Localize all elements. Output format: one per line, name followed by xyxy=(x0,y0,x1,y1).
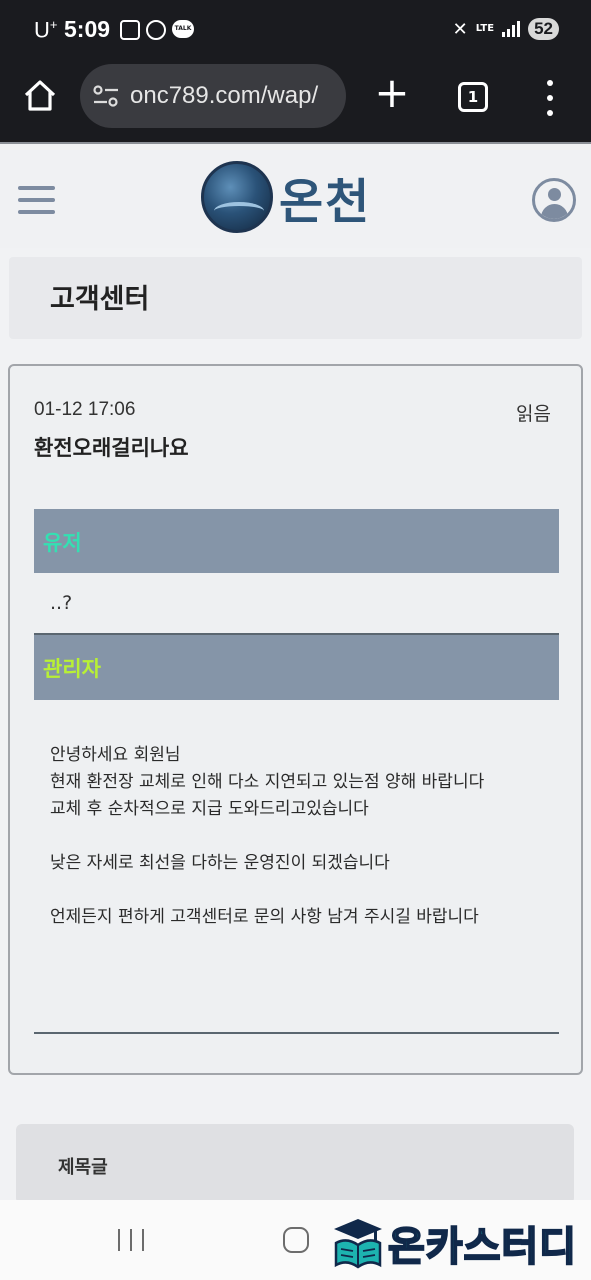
watermark-text: 온카스터디 xyxy=(387,1223,577,1271)
notification-icons: TALK xyxy=(120,20,194,40)
post-subject: 환전오래걸리나요 xyxy=(34,436,189,460)
table-header-subject: 제목글 xyxy=(58,1157,108,1178)
page-title: 고객센터 xyxy=(50,284,150,315)
user-section-header: 유저 xyxy=(34,509,559,573)
admin-section-header: 관리자 xyxy=(34,635,559,700)
inquiry-post-card: 01-12 17:06 읽음 환전오래걸리나요 유저 ..? 관리자 안녕하세요… xyxy=(8,364,583,1075)
talk-icon: TALK xyxy=(172,20,194,38)
gear-icon xyxy=(146,20,166,40)
admin-label: 관리자 xyxy=(43,657,101,681)
user-message: ..? xyxy=(50,592,73,614)
browser-toolbar: onc789.com/wap/ + 1 xyxy=(0,60,591,142)
graduation-book-icon xyxy=(334,1219,382,1269)
site-settings-icon[interactable] xyxy=(92,84,120,108)
reply-line: 현재 환전장 교체로 인해 다소 지연되고 있는점 양해 바랍니다 xyxy=(50,772,485,792)
address-bar[interactable]: onc789.com/wap/ xyxy=(80,64,346,128)
admin-reply: 안녕하세요 회원님 현재 환전장 교체로 인해 다소 지연되고 있는점 양해 바… xyxy=(50,742,560,931)
recent-apps-button[interactable] xyxy=(118,1229,144,1251)
home-icon xyxy=(24,80,56,111)
post-list-table: 제목글 xyxy=(16,1124,574,1204)
battery-indicator: 52 xyxy=(528,18,559,40)
site-logo[interactable]: 온천 xyxy=(201,158,391,236)
user-label: 유저 xyxy=(43,531,82,555)
menu-dot xyxy=(547,80,553,86)
user-account-icon[interactable] xyxy=(532,178,576,222)
read-status: 읽음 xyxy=(516,403,551,425)
carrier-label: U+ xyxy=(34,17,58,43)
logo-text: 온천 xyxy=(279,174,372,230)
page-title-box: 고객센터 xyxy=(9,257,582,339)
url-text[interactable]: onc789.com/wap/ xyxy=(130,82,318,110)
status-bar: U+ 5:09 TALK ✕ LTE 52 xyxy=(0,0,591,60)
site-header: 온천 xyxy=(0,142,591,248)
reply-line: 교체 후 순차적으로 지급 도와드리고있습니다 xyxy=(50,799,369,819)
system-indicators: ✕ LTE 52 xyxy=(453,18,559,40)
lte-icon: LTE xyxy=(475,23,495,34)
menu-dot xyxy=(547,95,553,101)
logo-emblem-icon xyxy=(201,161,273,233)
home-button[interactable] xyxy=(22,78,58,114)
signal-icon xyxy=(502,21,521,37)
mute-icon: ✕ xyxy=(452,18,468,40)
screenshot-icon xyxy=(120,20,140,40)
reply-line: 낮은 자세로 최선을 다하는 운영진이 되겠습니다 xyxy=(50,853,390,873)
watermark: 온카스터디 xyxy=(332,1216,584,1271)
reply-line: 언제든지 편하게 고객센터로 문의 사항 남겨 주시길 바랍니다 xyxy=(50,907,479,927)
new-tab-button[interactable]: + xyxy=(372,72,412,114)
reply-line: 안녕하세요 회원님 xyxy=(50,745,181,765)
post-date: 01-12 17:06 xyxy=(34,399,136,420)
tab-switcher-button[interactable]: 1 xyxy=(458,82,488,112)
browser-menu-button[interactable] xyxy=(540,80,560,116)
divider xyxy=(34,1032,559,1034)
menu-dot xyxy=(547,110,553,116)
hamburger-menu-icon[interactable] xyxy=(18,186,55,214)
nav-home-button[interactable] xyxy=(283,1227,309,1253)
status-time: 5:09 xyxy=(64,16,111,42)
